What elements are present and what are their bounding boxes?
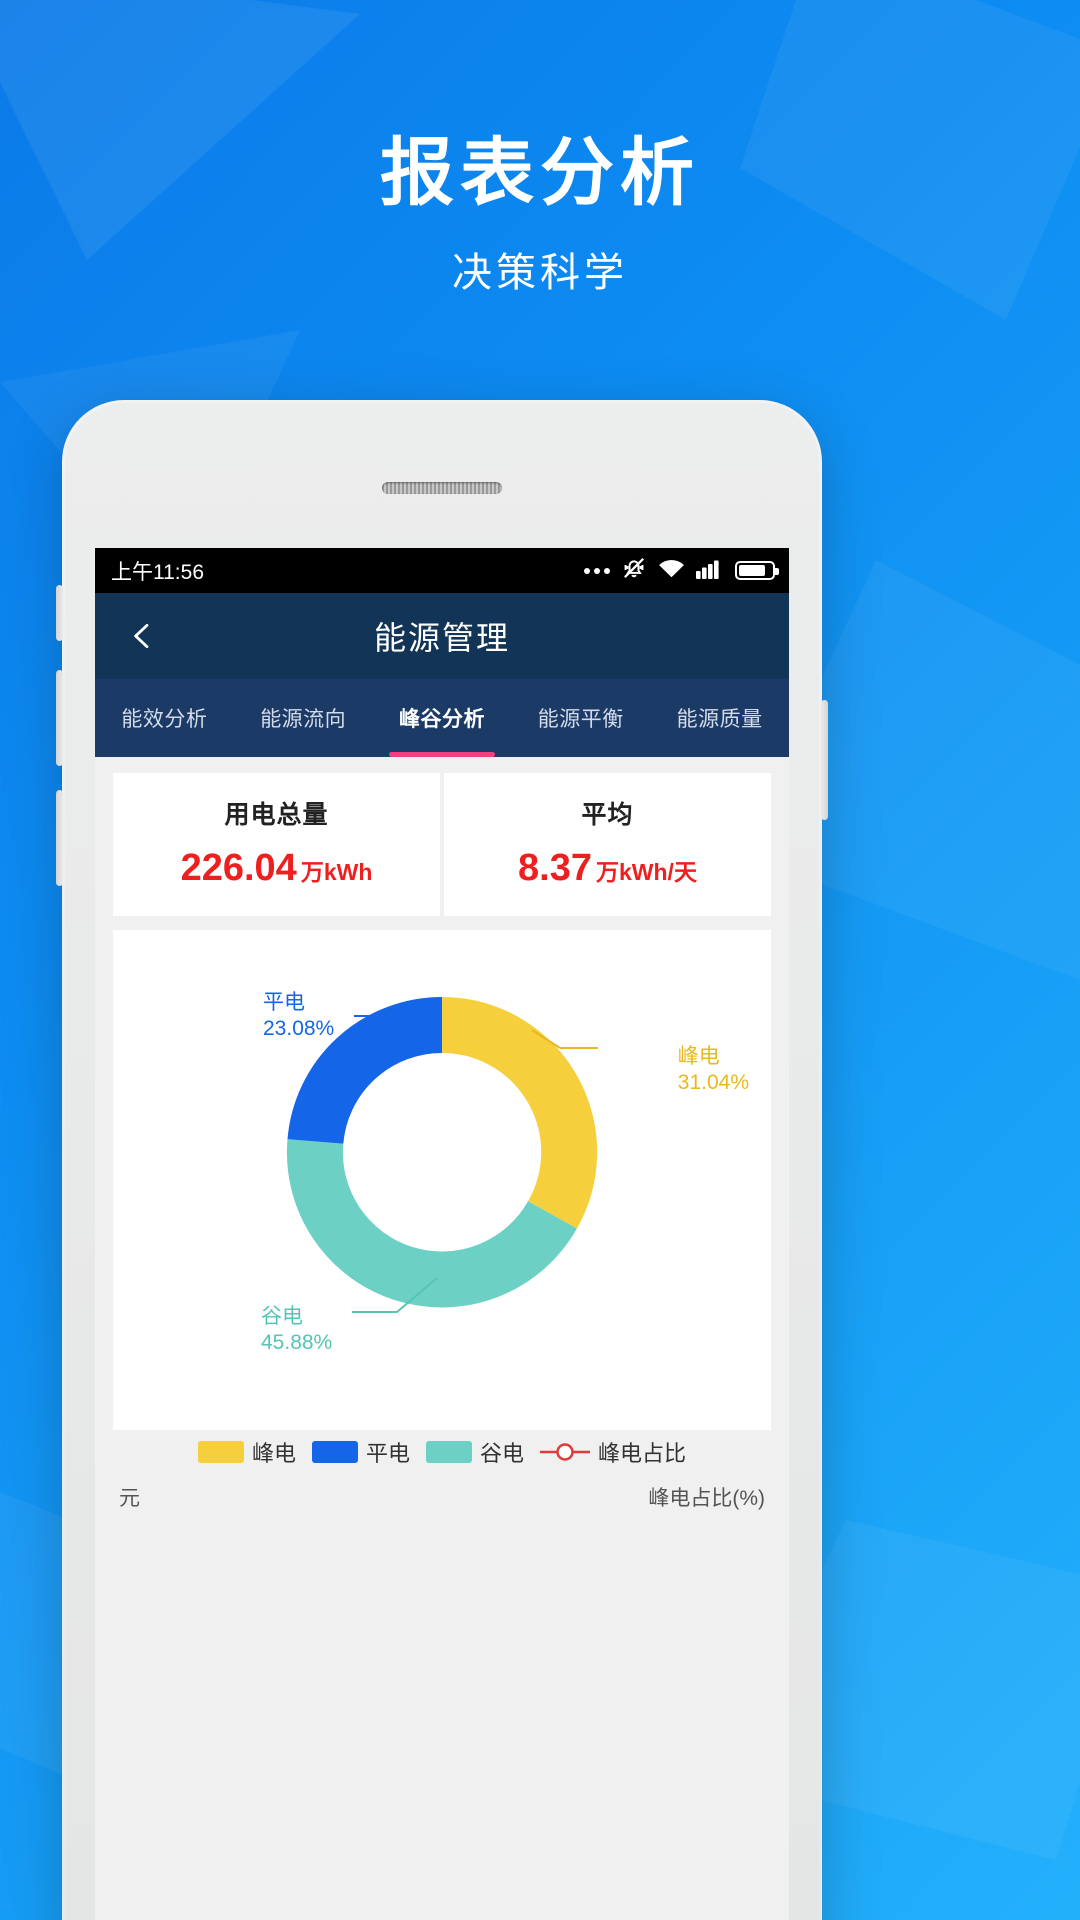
promo-subtitle: 决策科学: [452, 251, 628, 295]
tab-energy-flow[interactable]: 能源流向: [234, 679, 373, 757]
left-axis-label: 元: [119, 1487, 140, 1510]
tab-peak-valley[interactable]: 峰谷分析: [373, 679, 512, 757]
tab-label: 能源质量: [676, 708, 763, 731]
legend-swatch-icon: [197, 1441, 244, 1463]
legend-item-valley[interactable]: 谷电: [426, 1436, 524, 1468]
promo-title: 报表分析: [380, 131, 700, 214]
tab-label: 能源流向: [260, 708, 347, 731]
tab-energy-balance[interactable]: 能源平衡: [511, 679, 650, 757]
stat-value: 8.37: [518, 847, 592, 889]
stat-label: 平均: [581, 801, 634, 829]
peak-valley-donut-chart-card: 平电 23.08% 峰电 31.04% 谷电 45.88%: [113, 930, 771, 1430]
stat-value-row: 226.04 万kWh: [113, 847, 440, 890]
phone-volume-down-button: [56, 790, 63, 886]
donut-chart: 平电 23.08% 峰电 31.04% 谷电 45.88%: [113, 948, 771, 1354]
status-bar-time: 上午11:56: [111, 560, 204, 584]
legend-item-peak-ratio[interactable]: 峰电占比: [540, 1436, 686, 1468]
status-bar: 上午11:56: [95, 548, 789, 593]
donut-slice-flat[interactable]: [287, 997, 443, 1145]
donut-label-name: 谷电: [261, 1304, 303, 1328]
chart-axis-labels: 元 峰电占比(%): [95, 1468, 789, 1512]
bell-muted-icon: [621, 555, 647, 587]
donut-label-name: 平电: [263, 991, 305, 1014]
line-marker-icon: [540, 1441, 591, 1463]
stat-card-row: 用电总量 226.04 万kWh 平均 8.37 万kWh/天: [95, 757, 789, 916]
donut-label-pct: 45.88%: [261, 1330, 333, 1354]
stat-card-average: 平均 8.37 万kWh/天: [444, 773, 771, 916]
donut-label-peak: 峰电 31.04%: [678, 1044, 749, 1097]
tab-energy-quality[interactable]: 能源质量: [650, 679, 789, 757]
tab-bar: 能效分析 能源流向 峰谷分析 能源平衡 能源质量: [95, 679, 789, 757]
phone-side-button: [56, 585, 63, 641]
phone-earpiece-speaker: [382, 482, 502, 494]
legend-swatch-icon: [426, 1441, 472, 1463]
legend-label: 峰电: [251, 1441, 296, 1466]
stat-value: 226.04: [180, 847, 297, 889]
right-axis-label: 峰电占比(%): [648, 1487, 765, 1510]
phone-mockup: 上午11:56 能源管理 能效分析 能源流向 峰谷分析 能源平衡 能源质量 用电…: [56, 400, 828, 1920]
donut-label-pct: 23.08%: [263, 1017, 335, 1041]
legend-label: 谷电: [480, 1441, 525, 1466]
wifi-icon: [658, 557, 685, 585]
tab-energy-efficiency[interactable]: 能效分析: [95, 679, 234, 757]
phone-volume-up-button: [56, 670, 63, 766]
donut-slice-valley[interactable]: [286, 1139, 577, 1308]
app-navbar: 能源管理: [95, 593, 789, 679]
stat-unit: 万kWh: [300, 859, 373, 885]
donut-label-flat: 平电 23.08%: [263, 990, 334, 1043]
donut-slice-peak[interactable]: [441, 996, 598, 1229]
donut-label-valley: 谷电 45.88%: [261, 1304, 332, 1357]
donut-label-pct: 31.04%: [677, 1071, 749, 1095]
more-dots-icon: [584, 567, 610, 574]
tab-label: 能源平衡: [537, 708, 624, 731]
cellular-signal-icon: [696, 557, 724, 585]
legend-swatch-icon: [311, 1441, 358, 1463]
stat-card-total-consumption: 用电总量 226.04 万kWh: [113, 773, 440, 916]
stat-value-row: 8.37 万kWh/天: [444, 847, 771, 890]
donut-label-name: 峰电: [677, 1045, 720, 1068]
legend-item-flat[interactable]: 平电: [311, 1436, 410, 1468]
stat-unit: 万kWh/天: [596, 859, 697, 885]
legend-label: 平电: [365, 1441, 410, 1466]
stat-label: 用电总量: [224, 801, 329, 829]
legend-item-peak[interactable]: 峰电: [197, 1436, 296, 1468]
phone-power-button: [821, 700, 828, 820]
page-title: 能源管理: [373, 620, 510, 656]
tab-label: 能效分析: [121, 708, 208, 731]
battery-icon: [735, 561, 779, 580]
tab-label: 峰谷分析: [398, 708, 485, 731]
phone-screen: 上午11:56 能源管理 能效分析 能源流向 峰谷分析 能源平衡 能源质量 用电…: [95, 548, 789, 1920]
chevron-left-icon[interactable]: [125, 619, 159, 653]
chart-legend: 峰电 平电 谷电 峰电占比: [95, 1430, 789, 1468]
legend-label: 峰电占比: [598, 1441, 687, 1466]
status-bar-icons: [584, 555, 779, 587]
decorative-polygon: [0, 0, 360, 260]
